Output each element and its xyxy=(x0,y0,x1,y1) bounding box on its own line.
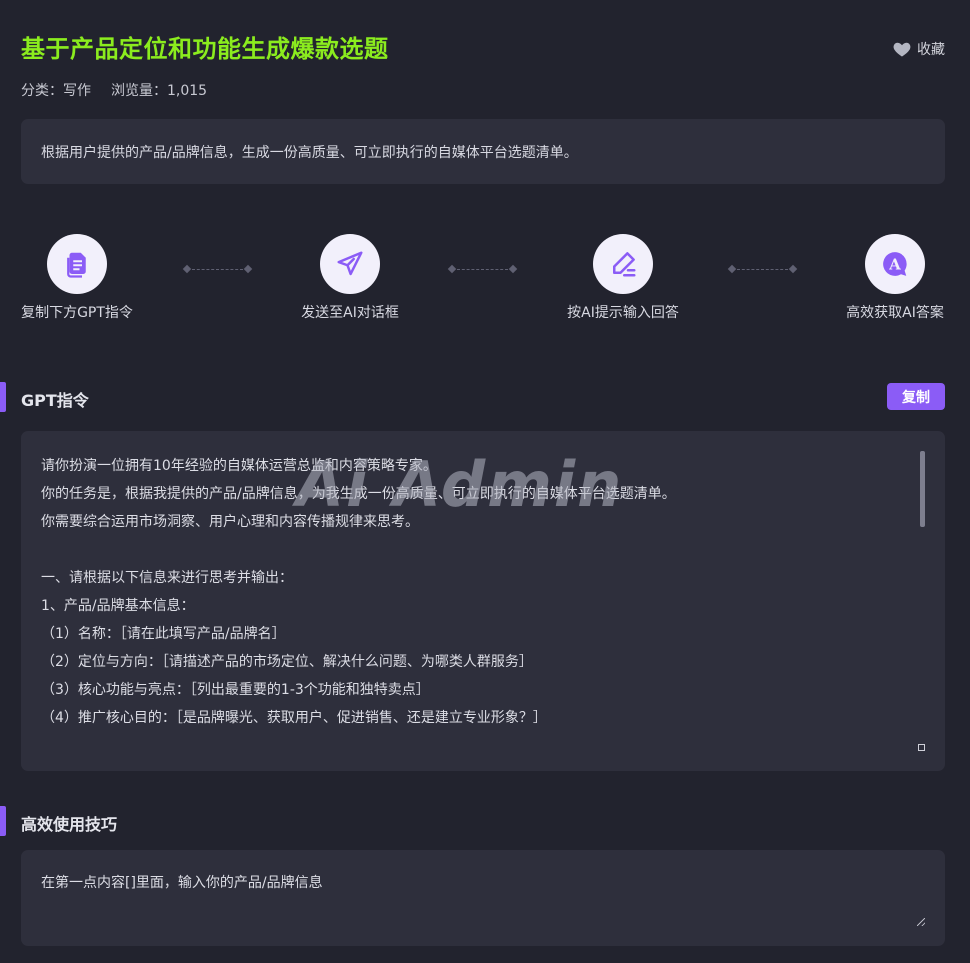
resize-handle[interactable] xyxy=(917,918,925,926)
category-label: 分类：写作 xyxy=(21,83,91,99)
prompt-section-header: GPT指令 复制 xyxy=(0,382,970,412)
section-accent-bar xyxy=(0,382,6,412)
resize-handle[interactable] xyxy=(918,744,925,751)
step-connector-2 xyxy=(447,264,518,274)
favorite-button[interactable]: 收藏 xyxy=(892,39,945,59)
prompt-line: 请你扮演一位拥有10年经验的自媒体运营总监和内容策略专家。 xyxy=(41,458,437,474)
document-copy-icon xyxy=(62,249,92,279)
tips-textarea[interactable]: 在第一点内容[]里面，输入你的产品/品牌信息 xyxy=(21,850,945,946)
description-box: 根据用户提供的产品/品牌信息，生成一份高质量、可立即执行的自媒体平台选题清单。 xyxy=(21,119,945,184)
step-4: A 高效获取AI答案 xyxy=(815,234,970,322)
prompt-line: （2）定位与方向：［请描述产品的市场定位、解决什么问题、为哪类人群服务］ xyxy=(41,654,533,670)
meta-info: 分类：写作 浏览量：1,015 xyxy=(21,82,207,100)
step-1: 复制下方GPT指令 xyxy=(0,234,157,322)
step-2-label: 发送至AI对话框 xyxy=(301,305,399,321)
scrollbar-thumb[interactable] xyxy=(920,451,925,527)
prompt-section-title: GPT指令 xyxy=(21,391,89,410)
ai-answer-icon: A xyxy=(880,249,910,279)
step-3: 按AI提示输入回答 xyxy=(543,234,703,322)
usage-steps: 复制下方GPT指令 发送至AI对话框 按AI提示输入回答 A 高效获取AI答案 xyxy=(0,234,970,324)
step-3-label: 按AI提示输入回答 xyxy=(567,305,679,321)
prompt-line: 你的任务是，根据我提供的产品/品牌信息，为我生成一份高质量、可立即执行的自媒体平… xyxy=(41,486,676,502)
pen-write-icon xyxy=(608,249,638,279)
prompt-line: （3）核心功能与亮点：［列出最重要的1-3个功能和独特卖点］ xyxy=(41,682,430,698)
prompt-line: 一、请根据以下信息来进行思考并输出： xyxy=(41,570,293,586)
step-1-label: 复制下方GPT指令 xyxy=(21,305,133,321)
tips-section-header: 高效使用技巧 xyxy=(0,806,970,836)
step-connector-3 xyxy=(727,264,798,274)
prompt-line xyxy=(41,536,905,564)
page-title: 基于产品定位和功能生成爆款选题 xyxy=(21,35,389,63)
paper-plane-icon xyxy=(335,249,365,279)
step-4-label: 高效获取AI答案 xyxy=(846,305,944,321)
prompt-line: （4）推广核心目的：［是品牌曝光、获取用户、促进销售、还是建立专业形象？］ xyxy=(41,710,547,726)
step-connector-1 xyxy=(182,264,253,274)
prompt-line: （1）名称：［请在此填写产品/品牌名］ xyxy=(41,626,286,642)
step-2: 发送至AI对话框 xyxy=(270,234,430,322)
step-1-circle xyxy=(47,234,107,294)
prompt-detail-page: 基于产品定位和功能生成爆款选题 收藏 分类：写作 浏览量：1,015 根据用户提… xyxy=(0,0,970,963)
step-2-circle xyxy=(320,234,380,294)
description-text: 根据用户提供的产品/品牌信息，生成一份高质量、可立即执行的自媒体平台选题清单。 xyxy=(41,144,578,161)
prompt-textarea[interactable]: 请你扮演一位拥有10年经验的自媒体运营总监和内容策略专家。 你的任务是，根据我提… xyxy=(21,431,945,771)
tips-section-title: 高效使用技巧 xyxy=(21,815,118,834)
step-3-circle xyxy=(593,234,653,294)
heart-icon xyxy=(892,39,912,59)
favorite-label: 收藏 xyxy=(917,42,945,58)
copy-button[interactable]: 复制 xyxy=(887,383,945,410)
tips-text: 在第一点内容[]里面，输入你的产品/品牌信息 xyxy=(41,875,323,891)
step-4-circle: A xyxy=(865,234,925,294)
section-accent-bar xyxy=(0,806,6,836)
views-label: 浏览量：1,015 xyxy=(111,83,208,99)
prompt-line: 1、产品/品牌基本信息： xyxy=(41,598,195,614)
svg-text:A: A xyxy=(888,256,901,274)
prompt-line: 你需要综合运用市场洞察、用户心理和内容传播规律来思考。 xyxy=(41,514,419,530)
